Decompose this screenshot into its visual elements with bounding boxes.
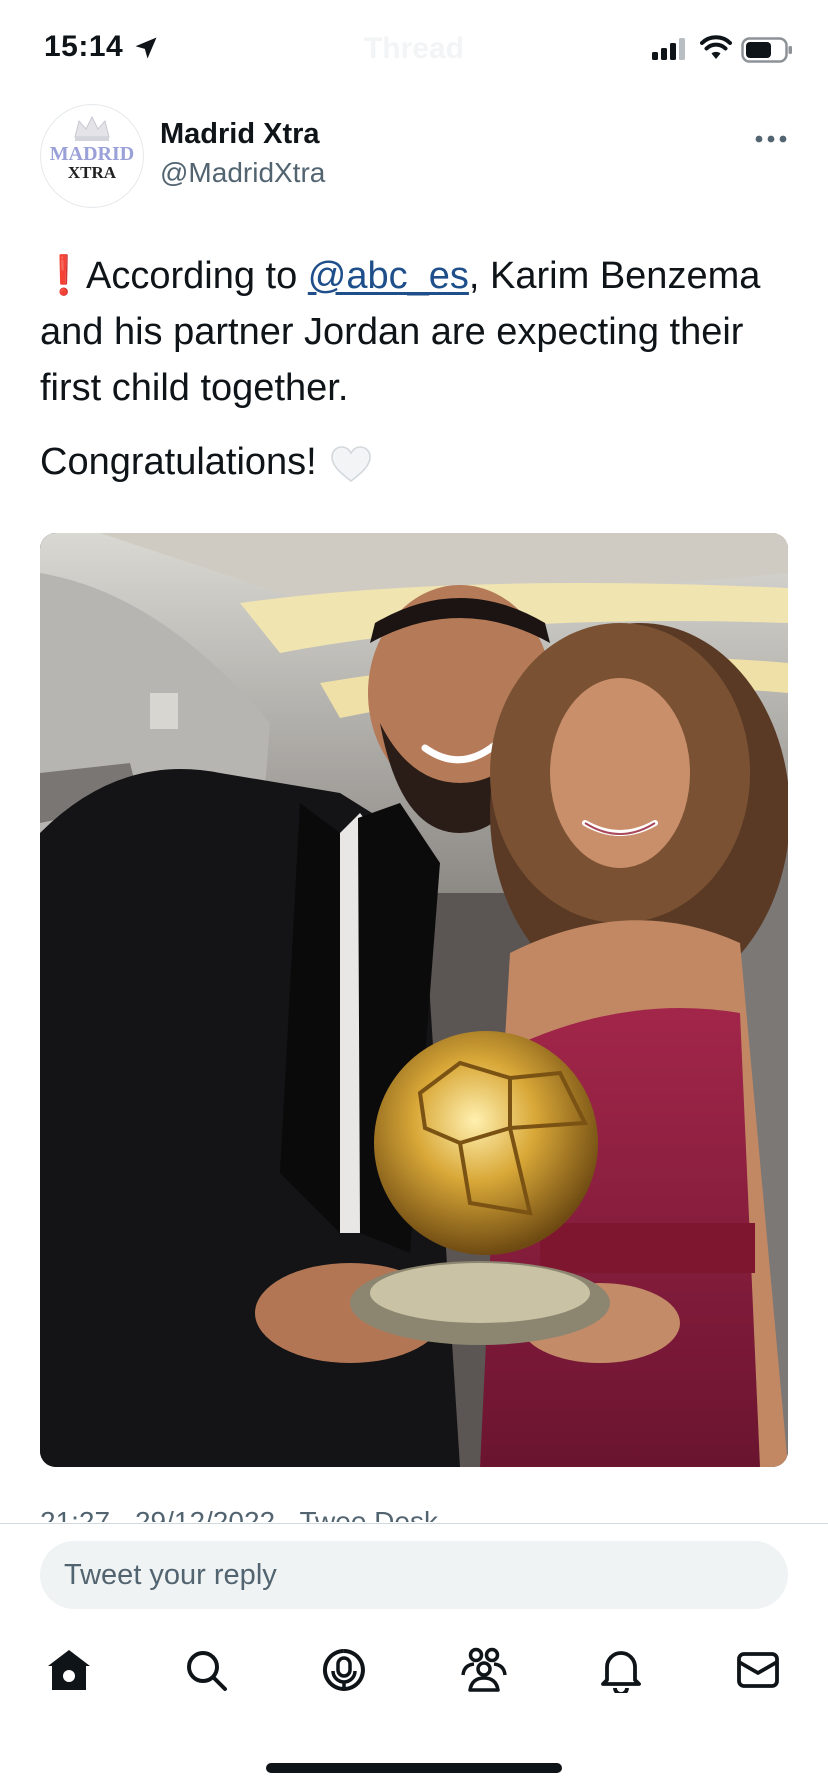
photo-illustration [40, 533, 788, 1467]
nav-communities[interactable] [454, 1640, 514, 1700]
tweet-text-start: According to [86, 255, 308, 297]
nav-notifications[interactable] [591, 1640, 651, 1700]
tweet-timestamp: 21:27 · 29/12/2022 · Twee Desk [40, 1506, 438, 1522]
mention-link[interactable]: @abc_es [308, 255, 469, 297]
home-indicator [266, 1763, 562, 1773]
reply-divider [0, 1523, 828, 1524]
tweet-text: ❗According to @abc_es, Karim Benzema and… [40, 248, 790, 490]
tweet-header: MADRID XTRA Madrid Xtra @MadridXtra [40, 104, 788, 214]
notifications-icon [601, 1651, 641, 1693]
nav-search[interactable] [176, 1640, 236, 1700]
white-heart-icon [330, 446, 371, 482]
author-handle[interactable]: @MadridXtra [160, 157, 325, 189]
wifi-icon [700, 35, 732, 59]
battery-icon [741, 37, 792, 63]
communities-icon [461, 1647, 507, 1692]
nav-messages[interactable] [728, 1640, 788, 1700]
search-icon [187, 1651, 227, 1691]
bottom-navigation [0, 1640, 828, 1710]
tweet-paragraph-2: Congratulations! [40, 434, 790, 490]
crown-icon [74, 115, 110, 141]
messages-icon [737, 1652, 779, 1688]
nav-spaces[interactable] [314, 1640, 374, 1700]
tweet-photo[interactable] [40, 533, 788, 1467]
more-icon[interactable] [754, 132, 788, 146]
spaces-icon [322, 1649, 365, 1691]
avatar-text-bottom: XTRA [67, 163, 117, 182]
exclamation-icon: ❗ [40, 255, 88, 297]
nav-home[interactable] [39, 1640, 99, 1700]
congrats-text: Congratulations! [40, 441, 317, 483]
author-display-name[interactable]: Madrid Xtra [160, 118, 320, 151]
avatar[interactable]: MADRID XTRA [40, 104, 144, 208]
signal-icon [652, 38, 685, 60]
reply-input[interactable] [40, 1541, 788, 1609]
tweet-paragraph: ❗According to @abc_es, Karim Benzema and… [40, 248, 790, 416]
home-icon [48, 1650, 90, 1690]
status-bar: 15:14 Thread [0, 0, 828, 100]
